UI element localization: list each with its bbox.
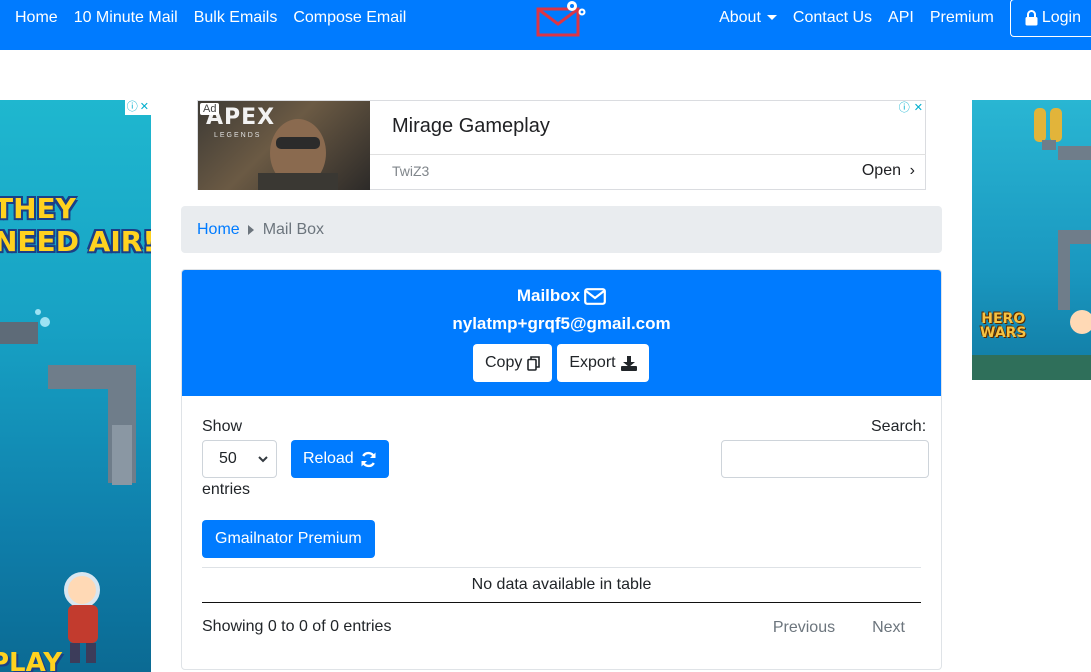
site-logo[interactable] bbox=[534, 0, 590, 40]
gmailnator-premium-button[interactable]: Gmailnator Premium bbox=[202, 520, 375, 558]
top-ad-source: TwiZ3 bbox=[392, 163, 430, 179]
entries-label: entries bbox=[202, 481, 251, 498]
login-button[interactable]: Login bbox=[1009, 0, 1091, 37]
previous-page-button[interactable]: Previous bbox=[773, 619, 835, 637]
export-button[interactable]: Export bbox=[557, 344, 649, 382]
ad-badge: Ad bbox=[200, 103, 220, 115]
nav-10-minute-mail-link[interactable]: 10 Minute Mail bbox=[74, 9, 178, 27]
left-ad-controls: ⓘ ✕ bbox=[124, 100, 151, 115]
top-ad-banner[interactable]: APEX LEGENDS Ad Mirage Gameplay TwiZ3 Op… bbox=[197, 100, 926, 190]
login-label: Login bbox=[1041, 9, 1081, 26]
left-ad-headline: THEY NEED AIR! bbox=[0, 192, 151, 258]
entries-per-page-select[interactable]: 50 bbox=[202, 440, 277, 478]
breadcrumb-current: Mail Box bbox=[262, 220, 325, 238]
chevron-down-icon bbox=[766, 15, 777, 21]
mailbox-title-text: Mailbox bbox=[516, 286, 581, 305]
mailbox-card: Mailbox nylatmp+grqf5@gmail.com Copy Exp… bbox=[181, 269, 942, 670]
left-ad-artwork bbox=[0, 309, 136, 663]
export-label: Export bbox=[569, 354, 616, 371]
ad-info-icon[interactable]: ⓘ bbox=[899, 102, 910, 115]
table-bottom-border bbox=[202, 602, 921, 603]
ad-info-icon[interactable]: ⓘ bbox=[127, 101, 138, 114]
top-ad-divider bbox=[370, 154, 926, 155]
nav-right-links: About Contact Us API Premium Login bbox=[719, 0, 1091, 37]
table-info: Showing 0 to 0 of 0 entries bbox=[202, 618, 392, 635]
nav-bulk-emails-link[interactable]: Bulk Emails bbox=[194, 9, 278, 27]
copy-button[interactable]: Copy bbox=[473, 344, 553, 382]
nav-premium-link[interactable]: Premium bbox=[930, 9, 994, 27]
right-ad-brand: HERO WARS bbox=[980, 311, 1027, 341]
search-label: Search: bbox=[871, 418, 927, 435]
top-ad-open-button[interactable]: Open bbox=[862, 162, 901, 180]
chevron-right-icon[interactable]: › bbox=[910, 162, 915, 180]
left-ad-cta: PLAY bbox=[0, 648, 63, 672]
top-ad-controls: ⓘ ✕ bbox=[899, 102, 923, 115]
top-navbar: Home 10 Minute Mail Bulk Emails Compose … bbox=[0, 0, 1091, 50]
next-page-button[interactable]: Next bbox=[872, 619, 905, 637]
top-ad-title[interactable]: Mirage Gameplay bbox=[392, 115, 550, 138]
nav-about-label: About bbox=[719, 9, 761, 26]
nav-compose-email-link[interactable]: Compose Email bbox=[293, 9, 406, 27]
top-ad-image: APEX LEGENDS Ad bbox=[198, 101, 370, 190]
show-label: Show bbox=[202, 418, 243, 435]
mailbox-card-header: Mailbox nylatmp+grqf5@gmail.com Copy Exp… bbox=[182, 270, 941, 396]
reload-label: Reload bbox=[303, 450, 354, 467]
pagination: Previous Next bbox=[773, 619, 905, 637]
caret-right-icon bbox=[247, 224, 254, 235]
reload-button[interactable]: Reload bbox=[291, 440, 389, 478]
nav-about-dropdown[interactable]: About bbox=[719, 9, 777, 27]
ad-close-icon[interactable]: ✕ bbox=[914, 102, 923, 115]
ad-close-icon[interactable]: ✕ bbox=[140, 101, 149, 114]
lock-icon bbox=[1025, 10, 1038, 26]
nav-home-link[interactable]: Home bbox=[15, 9, 58, 27]
refresh-icon bbox=[361, 451, 376, 467]
table-empty-row: No data available in table bbox=[471, 576, 652, 593]
copy-icon bbox=[527, 355, 541, 371]
breadcrumb: Home Mail Box bbox=[181, 206, 942, 253]
entries-per-page-value: 50 bbox=[219, 450, 237, 467]
nav-api-link[interactable]: API bbox=[888, 9, 914, 27]
search-input[interactable] bbox=[721, 440, 929, 478]
download-icon bbox=[620, 355, 637, 371]
right-side-ad[interactable]: HERO WARS bbox=[972, 100, 1091, 380]
mail-gear-logo-icon bbox=[536, 1, 586, 37]
mailbox-email-address: nylatmp+grqf5@gmail.com bbox=[452, 314, 671, 333]
nav-left-links: Home 10 Minute Mail Bulk Emails Compose … bbox=[15, 0, 406, 36]
top-ad-image-subtitle: LEGENDS bbox=[214, 132, 262, 139]
chevron-down-icon bbox=[258, 455, 268, 462]
copy-label: Copy bbox=[485, 354, 523, 371]
left-side-ad[interactable]: THEY NEED AIR! PLAY ⓘ ✕ bbox=[0, 100, 151, 672]
mailbox-actions: Copy Export bbox=[473, 344, 649, 382]
mailbox-title: Mailbox bbox=[182, 286, 941, 306]
envelope-icon bbox=[584, 287, 607, 305]
nav-contact-link[interactable]: Contact Us bbox=[793, 9, 872, 27]
breadcrumb-home-link[interactable]: Home bbox=[197, 221, 240, 239]
